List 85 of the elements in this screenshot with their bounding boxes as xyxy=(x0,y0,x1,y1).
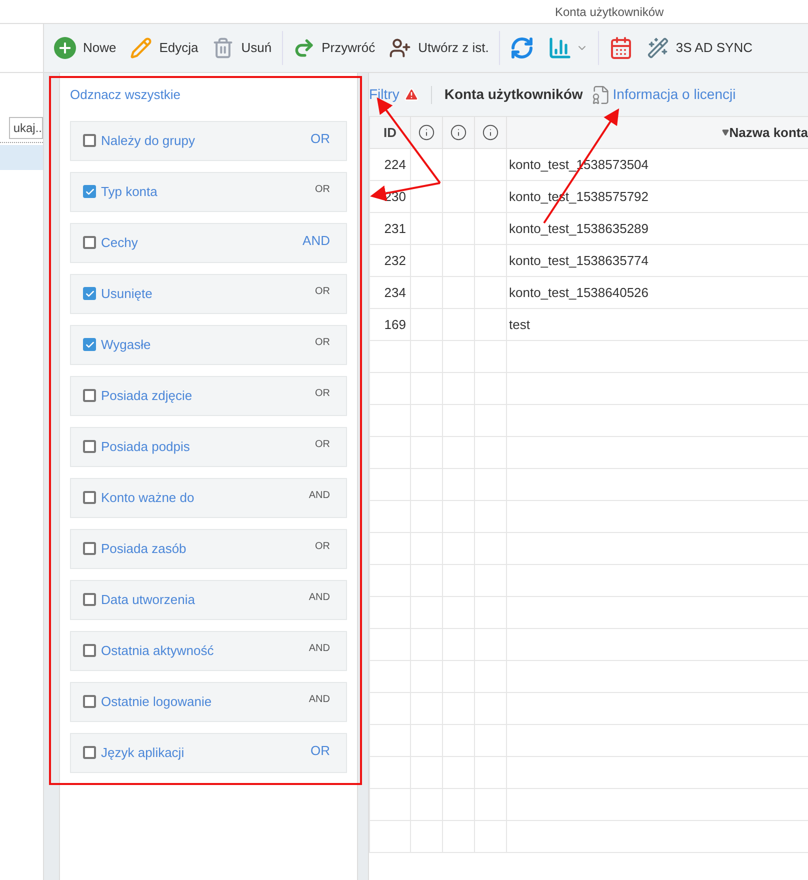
checkbox[interactable] xyxy=(83,593,96,606)
filter-label: Należy do grupy xyxy=(101,132,195,150)
column-header[interactable]: Nazwa konta xyxy=(729,122,808,142)
operator-toggle[interactable]: AND xyxy=(308,488,330,503)
sync-icon xyxy=(510,36,534,60)
filter-item[interactable]: Posiada zdjęcie OR xyxy=(70,376,347,416)
checkbox[interactable] xyxy=(83,695,96,708)
filter-label: Cechy xyxy=(101,234,138,252)
calendar-icon xyxy=(608,36,633,60)
filter-label: Typ konta xyxy=(101,182,158,201)
chart-icon xyxy=(548,36,588,60)
magic-wand-icon xyxy=(646,37,669,59)
filter-item[interactable]: Data utworzenia AND xyxy=(70,580,347,620)
filter-label: Język aplikacji xyxy=(101,744,184,762)
filter-item[interactable]: Konto ważne do AND xyxy=(70,478,347,518)
filter-label: Konto ważne do xyxy=(101,488,194,507)
operator-toggle[interactable]: OR xyxy=(315,284,330,299)
checkbox[interactable] xyxy=(83,134,96,147)
table-cell: konto_test_1538635289 xyxy=(509,220,649,236)
filter-label: Ostatnie logowanie xyxy=(101,692,212,711)
toolbar-button[interactable]: Przywróć xyxy=(292,37,376,59)
sort-caret-icon xyxy=(722,129,730,136)
filter-label: Wygasłe xyxy=(101,336,151,354)
window-title: Konta użytkowników xyxy=(555,4,664,20)
filter-item[interactable]: Typ konta OR xyxy=(70,172,347,212)
filter-item[interactable]: Posiada zasób OR xyxy=(70,528,347,568)
checkbox[interactable] xyxy=(83,287,96,300)
table-cell: 232 xyxy=(384,252,406,268)
toolbar-button[interactable]: Nowe xyxy=(54,37,116,59)
toolbar-button[interactable] xyxy=(608,36,633,60)
checkbox[interactable] xyxy=(83,644,96,657)
filter-label: Usunięte xyxy=(101,284,152,303)
filter-label: Posiada podpis xyxy=(101,438,190,456)
certificate-icon xyxy=(590,84,611,104)
pencil-icon xyxy=(130,37,152,59)
warning-icon xyxy=(404,87,420,102)
checkbox[interactable] xyxy=(83,236,96,249)
toolbar-button[interactable]: Edycja xyxy=(130,37,198,59)
filter-item[interactable]: Posiada podpis OR xyxy=(70,426,347,466)
table-cell: 234 xyxy=(384,284,406,300)
checkbox[interactable] xyxy=(83,185,96,198)
checkbox[interactable] xyxy=(83,389,96,402)
section-title: Konta użytkowników xyxy=(444,85,583,104)
operator-toggle[interactable]: AND xyxy=(308,641,330,656)
filter-label: Posiada zdjęcie xyxy=(101,386,192,405)
filter-item[interactable]: Wygasłe OR xyxy=(70,324,347,364)
filter-item[interactable]: Ostatnia aktywność AND xyxy=(70,630,347,670)
table-cell: 231 xyxy=(384,220,406,236)
filter-item[interactable]: Usunięte OR xyxy=(70,274,347,314)
operator-toggle[interactable]: OR xyxy=(315,335,330,350)
checkbox[interactable] xyxy=(83,338,96,351)
table-cell: 224 xyxy=(384,156,406,172)
column-header[interactable]: ID xyxy=(384,124,396,140)
operator-toggle[interactable]: OR xyxy=(315,386,330,401)
toolbar-button[interactable]: Usuń xyxy=(212,37,272,59)
filter-item[interactable]: Ostatnie logowanie AND xyxy=(70,682,347,722)
filter-label: Ostatnia aktywność xyxy=(101,642,214,660)
operator-toggle[interactable]: AND xyxy=(308,590,330,605)
table-cell: test xyxy=(509,316,530,332)
toolbar-button[interactable] xyxy=(548,36,588,60)
info-icon xyxy=(482,124,499,141)
toolbar-button[interactable]: 3S AD SYNC xyxy=(646,37,752,59)
search-field[interactable]: ukaj.. xyxy=(9,117,43,139)
filter-label: Data utworzenia xyxy=(101,590,195,609)
table-cell: konto_test_1538635774 xyxy=(509,252,649,268)
redo-icon xyxy=(292,37,315,59)
operator-toggle[interactable]: OR xyxy=(315,539,330,554)
operator-toggle[interactable]: OR xyxy=(315,182,330,197)
checkbox[interactable] xyxy=(83,746,96,759)
toolbar-button[interactable]: Utwórz z ist. xyxy=(389,37,489,59)
checkbox[interactable] xyxy=(83,440,96,453)
select-all-link[interactable]: Odznacz wszystkie xyxy=(70,85,181,104)
info-icon xyxy=(418,124,435,141)
trash-icon xyxy=(212,37,234,59)
operator-toggle[interactable]: AND xyxy=(308,692,330,707)
checkbox[interactable] xyxy=(83,542,96,555)
table-cell: konto_test_1538640526 xyxy=(509,284,649,300)
info-icon xyxy=(450,124,467,141)
filter-label: Posiada zasób xyxy=(101,540,186,558)
toolbar-button[interactable] xyxy=(510,36,534,60)
checkbox[interactable] xyxy=(83,491,96,504)
user-plus-icon xyxy=(389,37,412,59)
operator-toggle[interactable]: OR xyxy=(315,437,330,452)
table-cell: 169 xyxy=(384,316,406,332)
plus-icon xyxy=(54,37,76,59)
